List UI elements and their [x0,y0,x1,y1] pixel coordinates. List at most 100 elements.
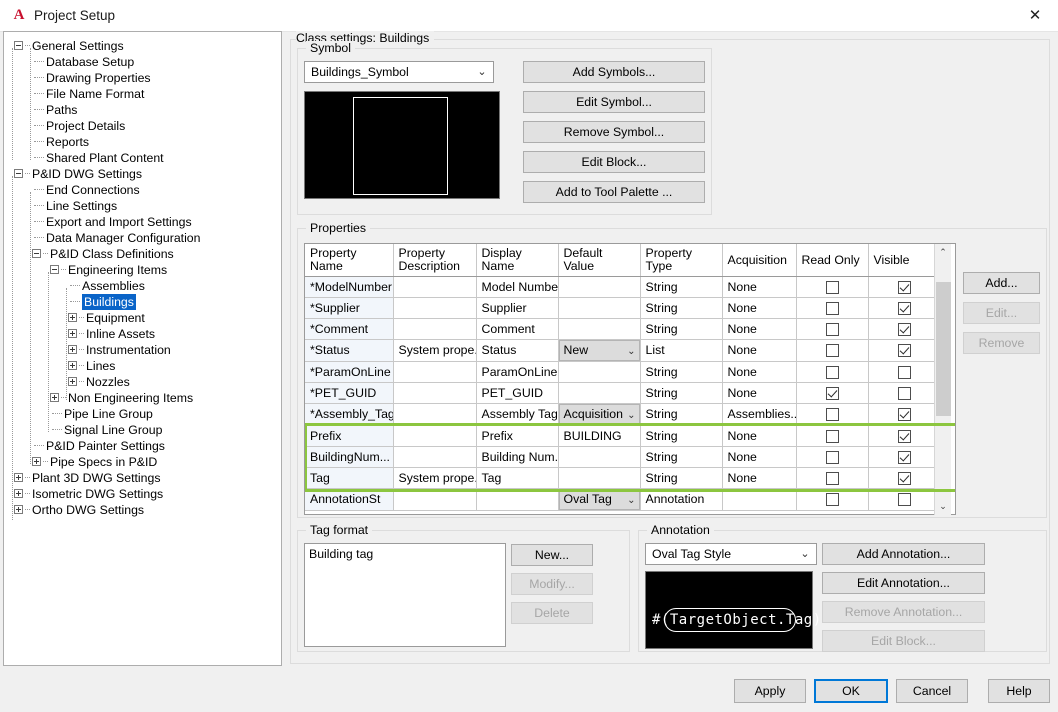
table-cell[interactable]: Assembly Tag [476,403,558,425]
tree-item-file-name-format[interactable]: File Name Format [10,86,281,102]
table-cell[interactable]: String [640,403,722,425]
expand-icon[interactable] [68,361,77,370]
settings-tree[interactable]: General SettingsDatabase SetupDrawing Pr… [3,31,282,666]
visible-checkbox[interactable] [898,366,911,379]
column-header[interactable]: Acquisition [722,244,796,276]
annotation-addannotation-button[interactable]: Add Annotation... [822,543,985,565]
table-cell[interactable] [393,425,476,446]
collapse-icon[interactable] [14,169,23,178]
symbol-button-add-symbols[interactable]: Add Symbols... [523,61,705,83]
table-cell[interactable] [796,361,868,382]
column-header[interactable]: Default Value [558,244,640,276]
tree-item-instrumentation[interactable]: Instrumentation [10,342,281,358]
table-row[interactable]: *SupplierSupplierStringNone [305,297,940,318]
expand-icon[interactable] [68,329,77,338]
table-cell[interactable] [393,403,476,425]
visible-checkbox[interactable] [898,302,911,315]
tree-item-line-settings[interactable]: Line Settings [10,198,281,214]
expand-icon[interactable] [14,489,23,498]
table-row[interactable]: AnnotationStOval Tag⌄Annotation [305,488,940,510]
table-cell[interactable]: None [722,297,796,318]
table-cell[interactable]: Oval Tag⌄ [558,488,640,510]
table-cell[interactable] [393,276,476,297]
readonly-checkbox[interactable] [826,281,839,294]
table-cell[interactable]: Annotation [640,488,722,510]
table-cell[interactable] [722,488,796,510]
table-cell[interactable]: Prefix [305,425,393,446]
help-button[interactable]: Help [988,679,1050,703]
tree-item-data-manager-configuration[interactable]: Data Manager Configuration [10,230,281,246]
readonly-checkbox[interactable] [826,344,839,357]
table-cell[interactable]: Prefix [476,425,558,446]
table-cell[interactable]: ParamOnLine [476,361,558,382]
cell-dropdown[interactable]: New⌄ [559,340,640,361]
table-cell[interactable] [796,297,868,318]
tree-item-non-engineering-items[interactable]: Non Engineering Items [10,390,281,406]
table-cell[interactable]: Building Num... [476,446,558,467]
table-cell[interactable]: BUILDING [558,425,640,446]
table-cell[interactable]: String [640,297,722,318]
table-row[interactable]: PrefixPrefixBUILDINGStringNone [305,425,940,446]
table-row[interactable]: *PET_GUIDPET_GUIDStringNone [305,382,940,403]
apply-button[interactable]: Apply [734,679,806,703]
tree-item-pipe-line-group[interactable]: Pipe Line Group [10,406,281,422]
table-cell[interactable]: *PET_GUID [305,382,393,403]
symbol-button-edit-symbol[interactable]: Edit Symbol... [523,91,705,113]
cancel-button[interactable]: Cancel [896,679,968,703]
tree-item-lines[interactable]: Lines [10,358,281,374]
column-header[interactable]: Visible [868,244,940,276]
tree-item-paths[interactable]: Paths [10,102,281,118]
table-cell[interactable] [393,488,476,510]
property-add-button[interactable]: Add... [963,272,1040,294]
readonly-checkbox[interactable] [826,430,839,443]
table-cell[interactable] [393,318,476,339]
table-cell[interactable]: None [722,276,796,297]
table-cell[interactable]: System prope... [393,339,476,361]
table-cell[interactable] [796,318,868,339]
tree-item-signal-line-group[interactable]: Signal Line Group [10,422,281,438]
table-cell[interactable] [393,446,476,467]
visible-checkbox[interactable] [898,387,911,400]
table-cell[interactable] [868,297,940,318]
table-cell[interactable] [558,318,640,339]
table-cell[interactable]: None [722,339,796,361]
table-cell[interactable]: Acquisition⌄ [558,403,640,425]
table-cell[interactable] [868,382,940,403]
tree-item-inline-assets[interactable]: Inline Assets [10,326,281,342]
table-cell[interactable] [476,488,558,510]
readonly-checkbox[interactable] [826,451,839,464]
collapse-icon[interactable] [14,41,23,50]
table-cell[interactable]: None [722,361,796,382]
tag-format-new-button[interactable]: New... [511,544,593,566]
column-header[interactable]: Property Description [393,244,476,276]
table-row[interactable]: *ModelNumberModel NumberStringNone [305,276,940,297]
ok-button[interactable]: OK [814,679,888,703]
tree-item-shared-plant-content[interactable]: Shared Plant Content [10,150,281,166]
cell-dropdown[interactable]: Oval Tag⌄ [559,489,640,510]
table-cell[interactable]: None [722,467,796,488]
cell-dropdown[interactable]: Acquisition⌄ [559,404,640,425]
table-cell[interactable] [558,382,640,403]
table-cell[interactable]: Model Number [476,276,558,297]
table-row[interactable]: *CommentCommentStringNone [305,318,940,339]
symbol-select[interactable]: Buildings_Symbol ⌄ [304,61,494,83]
readonly-checkbox[interactable] [826,408,839,421]
expand-icon[interactable] [50,393,59,402]
table-cell[interactable]: String [640,382,722,403]
table-row[interactable]: *ParamOnLineParamOnLineStringNone [305,361,940,382]
annotation-editannotation-button[interactable]: Edit Annotation... [822,572,985,594]
properties-table-container[interactable]: Property NameProperty DescriptionDisplay… [304,243,956,515]
tree-item-p-id-painter-settings[interactable]: P&ID Painter Settings [10,438,281,454]
table-cell[interactable] [558,276,640,297]
table-cell[interactable] [558,446,640,467]
table-row[interactable]: *StatusSystem prope...StatusNew⌄ListNone [305,339,940,361]
table-cell[interactable]: String [640,446,722,467]
tree-item-pipe-specs-in-p-id[interactable]: Pipe Specs in P&ID [10,454,281,470]
tree-item-reports[interactable]: Reports [10,134,281,150]
table-cell[interactable] [868,339,940,361]
table-cell[interactable]: Comment [476,318,558,339]
collapse-icon[interactable] [50,265,59,274]
symbol-button-add-to-tool-palette[interactable]: Add to Tool Palette ... [523,181,705,203]
tree-item-database-setup[interactable]: Database Setup [10,54,281,70]
tree-item-drawing-properties[interactable]: Drawing Properties [10,70,281,86]
